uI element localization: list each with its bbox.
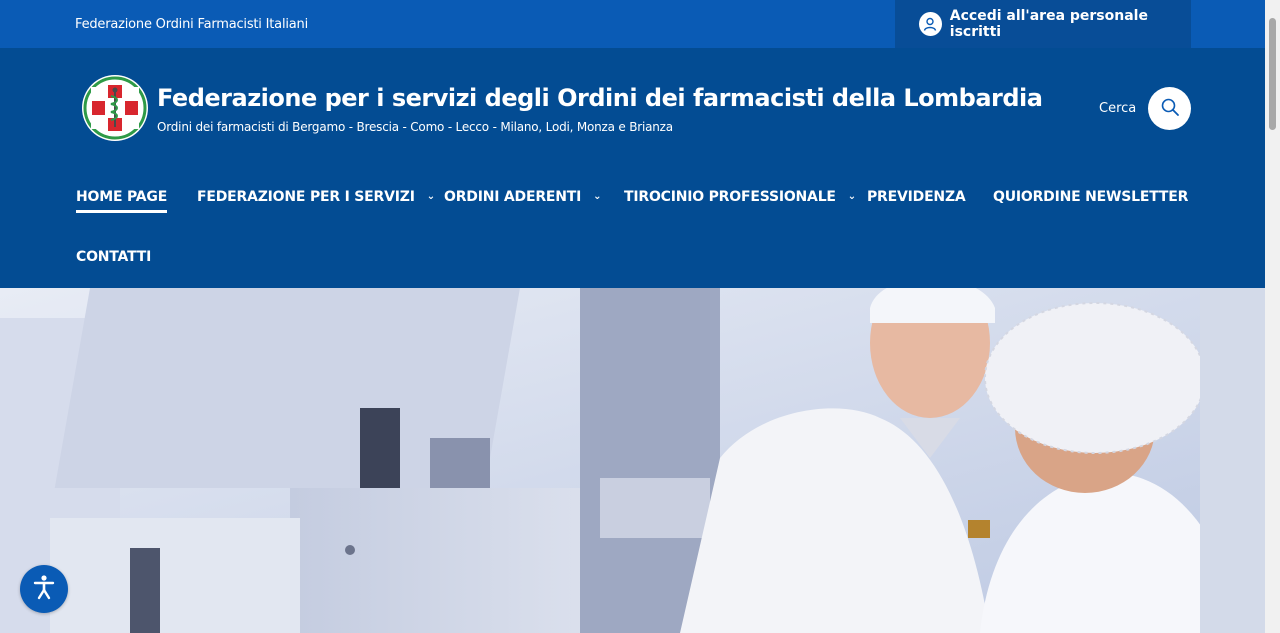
user-icon [919,12,942,36]
scrollbar-thumb[interactable] [1269,18,1276,130]
top-bar: Federazione Ordini Farmacisti Italiani A… [0,0,1265,48]
search-button[interactable] [1148,87,1191,130]
page-scrollbar[interactable] [1265,0,1280,633]
nav-contatti[interactable]: CONTATTI [76,249,151,265]
logo-seal-icon[interactable] [81,74,149,142]
nav-contatti-label: CONTATTI [76,249,152,265]
site-title[interactable]: Federazione per i servizi degli Ordini d… [157,84,1043,112]
nav-previdenza[interactable]: PREVIDENZA [867,189,966,205]
chevron-down-icon: ⌄ [847,191,856,202]
search-icon [1160,97,1180,121]
nav-tirocinio[interactable]: TIROCINIO PROFESSIONALE ⌄ [624,189,856,205]
accessibility-button[interactable] [20,565,68,613]
login-label: Accedi all'area personale iscritti [949,8,1148,40]
fofi-link[interactable]: Federazione Ordini Farmacisti Italiani [75,17,308,32]
chevron-down-icon: ⌄ [593,191,602,202]
nav-home[interactable]: HOME PAGE [76,189,167,213]
nav-tirocinio-label: TIROCINIO PROFESSIONALE [624,189,836,205]
nav-federazione[interactable]: FEDERAZIONE PER I SERVIZI ⌄ [197,189,435,205]
site-header: Federazione per i servizi degli Ordini d… [0,48,1265,288]
nav-ordini-label: ORDINI ADERENTI [444,189,582,205]
hero-image [0,288,1265,633]
nav-home-label: HOME PAGE [76,189,168,205]
nav-ordini[interactable]: ORDINI ADERENTI ⌄ [444,189,602,205]
search-label: Cerca [1099,101,1137,116]
nav-federazione-label: FEDERAZIONE PER I SERVIZI [197,189,415,205]
nav-newsletter[interactable]: QUIORDINE NEWSLETTER [993,189,1188,205]
nav-previdenza-label: PREVIDENZA [867,189,966,205]
site-subtitle: Ordini dei farmacisti di Bergamo - Bresc… [157,120,673,134]
accessibility-icon [30,573,58,605]
chevron-down-icon: ⌄ [426,191,435,202]
nav-newsletter-label: QUIORDINE NEWSLETTER [993,189,1189,205]
login-button[interactable]: Accedi all'area personale iscritti [895,0,1191,48]
